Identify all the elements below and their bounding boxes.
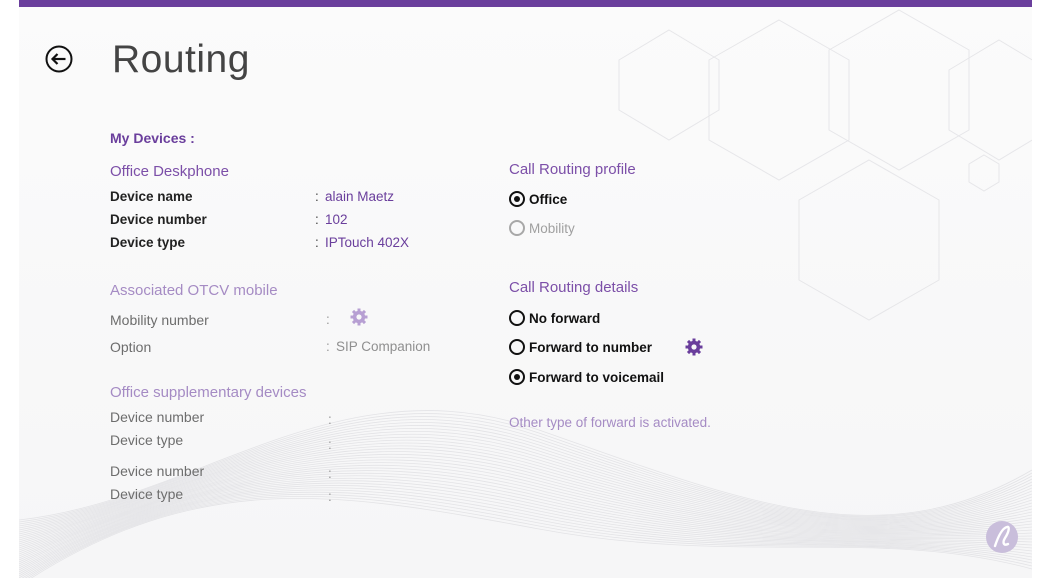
radio-unchecked-icon (509, 220, 525, 236)
details-option-forward-to-voicemail[interactable]: Forward to voicemail (509, 369, 664, 385)
colon: : (315, 235, 319, 250)
colon: : (328, 412, 332, 427)
radio-checked-icon (509, 369, 525, 385)
device-name-label: Device name (110, 189, 193, 204)
my-devices-heading: My Devices : (110, 130, 195, 146)
details-option-label: No forward (529, 310, 601, 326)
profile-option-label: Office (529, 191, 568, 207)
colon: : (328, 437, 332, 452)
back-button[interactable] (44, 44, 74, 74)
device-type-value: IPTouch 402X (325, 235, 410, 250)
forward-number-settings-button[interactable] (685, 338, 703, 356)
details-option-forward-to-number[interactable]: Forward to number (509, 339, 652, 355)
app-window: Routing My Devices : Office Deskphone De… (19, 0, 1032, 578)
office-deskphone-title: Office Deskphone (110, 163, 229, 180)
radio-unchecked-icon (509, 310, 525, 326)
device-number-value: 102 (325, 212, 348, 227)
back-arrow-circle-icon (45, 45, 73, 73)
profile-option-mobility: Mobility (509, 220, 575, 236)
details-option-label: Forward to number (529, 339, 653, 355)
otcv-mobile-title: Associated OTCV mobile (110, 282, 278, 299)
colon: : (315, 189, 319, 204)
details-option-label: Forward to voicemail (529, 369, 665, 385)
call-routing-profile-title: Call Routing profile (509, 161, 636, 178)
mobility-settings-button[interactable] (350, 308, 368, 326)
supp-device-number-label: Device number (110, 409, 205, 425)
radio-unchecked-icon (509, 339, 525, 355)
device-number-label: Device number (110, 212, 207, 227)
device-type-label: Device type (110, 235, 186, 250)
brand-logo-icon (986, 521, 1018, 553)
option-value: SIP Companion (336, 339, 431, 354)
details-option-no-forward[interactable]: No forward (509, 310, 600, 326)
option-label: Option (110, 339, 152, 355)
forward-status-note: Other type of forward is activated. (509, 415, 711, 430)
colon: : (328, 489, 332, 504)
call-routing-details-title: Call Routing details (509, 279, 639, 296)
supp-device-type-label-2: Device type (110, 486, 184, 502)
supp-device-number-label-2: Device number (110, 463, 205, 479)
radio-checked-icon (509, 191, 525, 207)
gear-icon (685, 338, 703, 356)
supp-device-type-label: Device type (110, 432, 184, 448)
device-name-value: alain Maetz (325, 189, 395, 204)
page-title: Routing (112, 38, 250, 81)
mobility-number-label: Mobility number (110, 312, 209, 328)
colon: : (326, 312, 330, 327)
brand-logo (985, 520, 1019, 554)
profile-option-label: Mobility (529, 220, 575, 236)
supplementary-devices-title: Office supplementary devices (110, 384, 307, 401)
colon: : (326, 339, 330, 354)
profile-option-office[interactable]: Office (509, 191, 567, 207)
colon: : (315, 212, 319, 227)
gear-icon (350, 308, 368, 326)
colon: : (328, 466, 332, 481)
